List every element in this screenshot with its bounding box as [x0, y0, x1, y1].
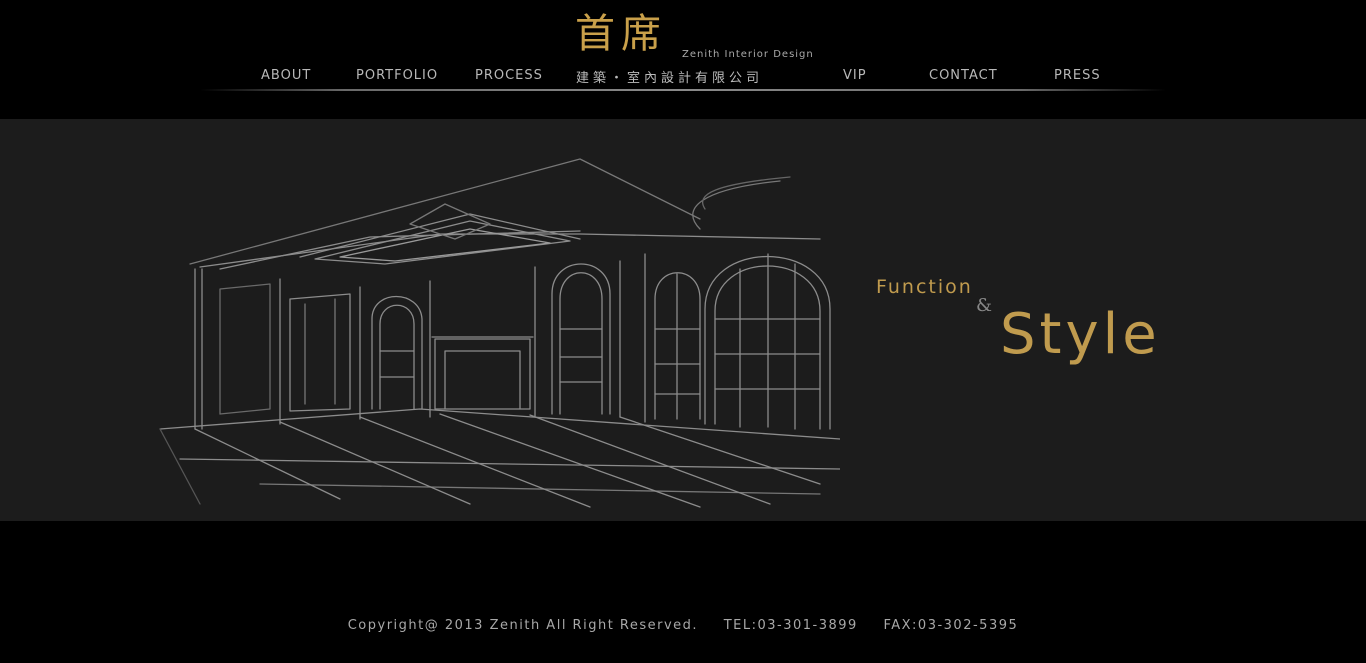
logo-name-en: Zenith Interior Design	[682, 49, 814, 60]
nav-portfolio[interactable]: PORTFOLIO	[356, 68, 438, 83]
nav-contact[interactable]: CONTACT	[929, 68, 998, 83]
tagline-style: Style	[1000, 302, 1161, 367]
tagline-function: Function	[876, 276, 973, 298]
hero-banner: Function & Style	[0, 119, 1366, 521]
nav-press[interactable]: PRESS	[1054, 68, 1101, 83]
site-header: ABOUT PORTFOLIO PROCESS 首席 Zenith Interi…	[0, 0, 1366, 119]
footer-info: Copyright@ 2013 Zenith All Right Reserve…	[0, 618, 1366, 633]
nav-about[interactable]: ABOUT	[261, 68, 311, 83]
logo-subtitle-cn: 建築・室內設計有限公司	[576, 71, 764, 86]
site-footer: Copyright@ 2013 Zenith All Right Reserve…	[0, 521, 1366, 663]
interior-sketch-illustration	[159, 158, 840, 508]
footer-copyright: Copyright@ 2013 Zenith All Right Reserve…	[347, 618, 699, 633]
footer-fax: FAX:03-302-5395	[883, 618, 1019, 633]
site-logo[interactable]: 首席 Zenith Interior Design 建築・室內設計有限公司	[575, 10, 813, 86]
footer-tel: TEL:03-301-3899	[723, 618, 858, 633]
nav-process[interactable]: PROCESS	[475, 68, 543, 83]
nav-divider	[200, 89, 1166, 91]
nav-vip[interactable]: VIP	[843, 68, 867, 83]
tagline-ampersand: &	[976, 295, 993, 316]
logo-name-cn: 首席	[575, 11, 667, 57]
